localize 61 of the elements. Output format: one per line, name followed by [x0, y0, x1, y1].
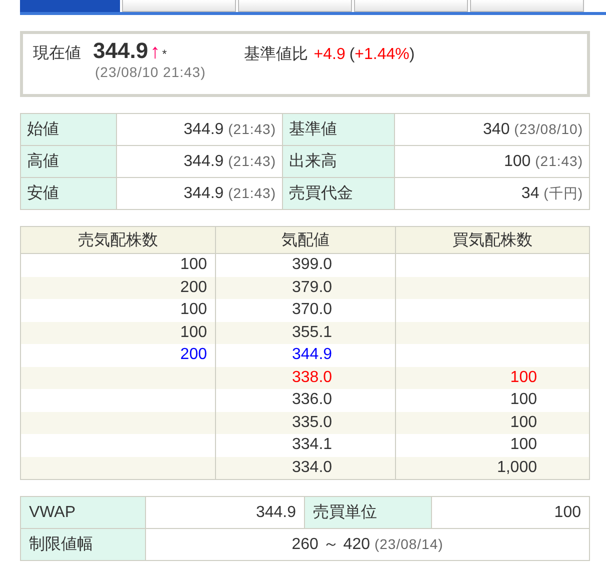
field-value: 340	[483, 120, 510, 138]
ask-quantity: 100	[180, 324, 207, 341]
quote-price: 338.0	[292, 368, 332, 386]
ask-quantity: 200	[180, 278, 207, 296]
tab[interactable]	[470, 0, 584, 12]
bid-quantity: 1,000	[496, 458, 537, 476]
bid-quantity: 100	[510, 391, 537, 408]
tab[interactable]	[354, 0, 468, 12]
price-timestamp: (23/08/10 21:43)	[95, 64, 206, 80]
field-value: 344.9	[146, 496, 304, 528]
column-header: 気配値	[216, 226, 396, 254]
field-note: (21:43)	[535, 152, 583, 168]
quote-price: 370.0	[292, 301, 332, 318]
field-label: 出来高	[282, 146, 394, 178]
column-header: 買気配株数	[396, 226, 590, 254]
field-label: 高値	[20, 146, 116, 178]
price-label: 現在値	[33, 44, 81, 64]
field-note: (23/08/10)	[514, 120, 583, 136]
current-price: 344.9	[93, 38, 148, 64]
up-arrow-icon: ↑	[150, 41, 160, 64]
ask-quantity: 100	[180, 301, 207, 318]
price-limit-range: 260 ～ 420	[292, 536, 370, 553]
quote-price: 334.1	[292, 436, 332, 454]
price-change: +4.9	[314, 46, 346, 64]
field-label: 始値	[20, 114, 116, 146]
tab[interactable]	[122, 0, 236, 12]
ask-quantity: 100	[180, 256, 207, 274]
quote-price: 379.0	[292, 278, 332, 296]
percent-change: (+1.44%)	[349, 46, 415, 64]
ask-quantity: 200	[180, 346, 207, 364]
field-label: 売買単位	[304, 496, 432, 528]
field-date: (23/08/14)	[374, 536, 444, 552]
quote-price: 335.0	[292, 414, 332, 431]
quote-price: 344.9	[292, 346, 332, 364]
quote-price: 355.1	[292, 324, 332, 341]
quote-price: 399.0	[292, 256, 332, 274]
bid-quantity: 100	[510, 436, 537, 454]
field-value: 100	[504, 152, 531, 170]
bid-quantity: 100	[510, 414, 537, 431]
field-label: 制限値幅	[20, 528, 146, 560]
quote-price: 334.0	[292, 458, 332, 476]
field-value: 344.9	[184, 152, 224, 170]
field-note: (千円)	[544, 184, 583, 200]
field-value: 34	[521, 184, 540, 202]
price-note-mark: *	[162, 47, 167, 61]
field-time: (21:43)	[228, 152, 276, 168]
bid-quantity: 100	[510, 368, 537, 386]
field-time: (21:43)	[228, 120, 276, 136]
tab[interactable]	[238, 0, 352, 12]
field-label: 売買代金	[282, 178, 394, 210]
field-label: 安値	[20, 178, 116, 210]
tab[interactable]	[20, 0, 120, 12]
field-label: VWAP	[20, 496, 146, 528]
field-value: 100	[432, 496, 590, 528]
field-value: 344.9	[184, 184, 224, 202]
quote-price: 336.0	[292, 391, 332, 408]
field-value: 344.9	[184, 120, 224, 138]
column-header: 売気配株数	[20, 226, 216, 254]
change-label: 基準値比	[244, 44, 308, 65]
field-time: (21:43)	[228, 184, 276, 200]
field-label: 基準値	[282, 114, 394, 146]
